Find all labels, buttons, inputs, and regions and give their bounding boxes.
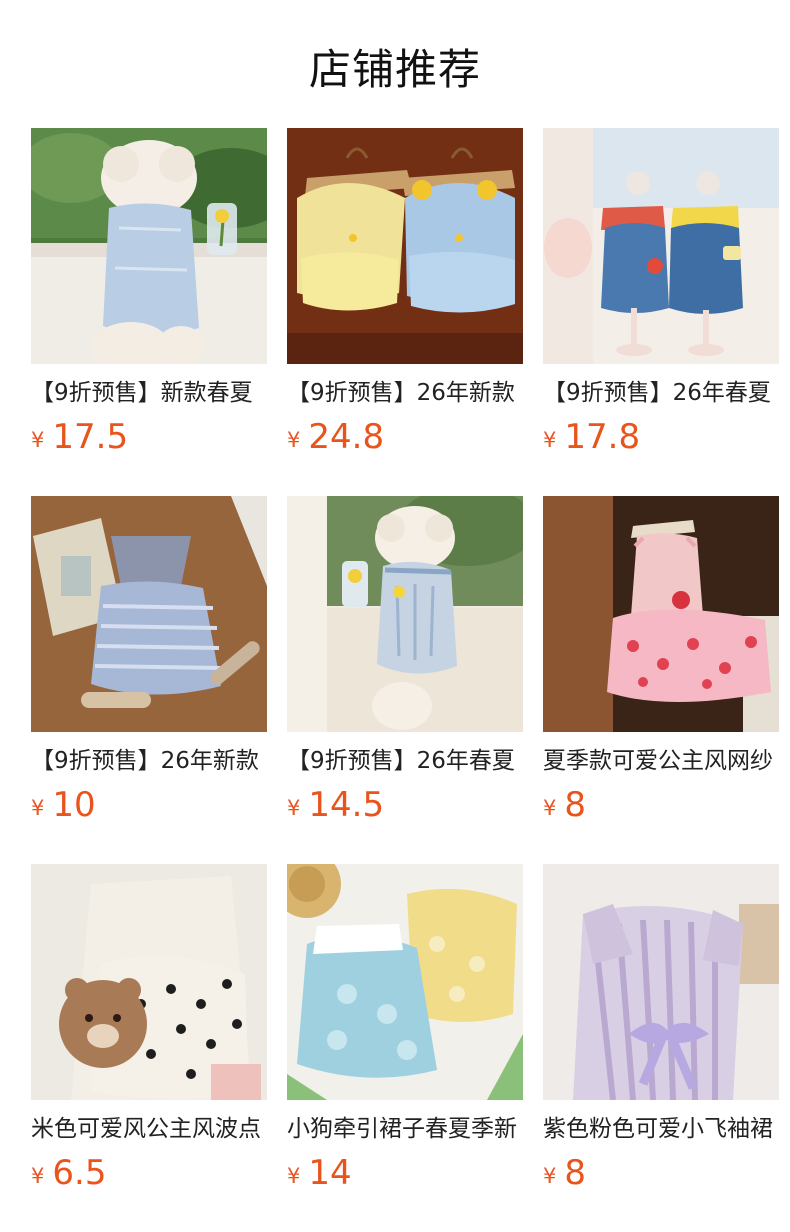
product-card[interactable]: 夏季款可爱公主风网纱 ¥8 [543, 496, 779, 864]
product-image[interactable] [31, 496, 267, 732]
page-title: 店铺推荐 [308, 45, 481, 94]
product-name[interactable]: 【9折预售】26年新款 [31, 746, 267, 776]
product-price: ¥10 [31, 784, 267, 826]
product-image[interactable] [31, 864, 267, 1100]
currency-symbol: ¥ [543, 796, 557, 820]
product-name[interactable]: 【9折预售】26年春夏 [287, 746, 523, 776]
product-card[interactable]: 小狗牵引裙子春夏季新 ¥14 [287, 864, 523, 1232]
product-price: ¥24.8 [287, 416, 523, 458]
price-value: 6.5 [52, 1153, 107, 1193]
product-image[interactable] [287, 864, 523, 1100]
currency-symbol: ¥ [543, 428, 557, 452]
product-card[interactable]: 【9折预售】26年新款 ¥24.8 [287, 128, 523, 496]
price-value: 24.8 [308, 417, 385, 457]
currency-symbol: ¥ [31, 1164, 45, 1188]
product-price: ¥14.5 [287, 784, 523, 826]
product-price: ¥17.5 [31, 416, 267, 458]
product-image[interactable] [31, 128, 267, 364]
price-value: 17.5 [52, 417, 129, 457]
product-card[interactable]: 【9折预售】新款春夏 ¥17.5 [31, 128, 267, 496]
product-price: ¥8 [543, 784, 779, 826]
product-name[interactable]: 【9折预售】26年新款 [287, 378, 523, 408]
price-value: 17.8 [564, 417, 641, 457]
product-image[interactable] [287, 496, 523, 732]
currency-symbol: ¥ [543, 1164, 557, 1188]
product-name[interactable]: 【9折预售】26年春夏 [543, 378, 779, 408]
product-grid: 【9折预售】新款春夏 ¥17.5 【9折预售】26年新款 ¥ 24.8 【9折预… [31, 128, 779, 1232]
product-name[interactable]: 紫色粉色可爱小飞袖裙 [543, 1114, 779, 1144]
product-price: ¥8 [543, 1152, 779, 1194]
price-value: 14.5 [308, 785, 385, 825]
product-card[interactable]: 紫色粉色可爱小飞袖裙 ¥8 [543, 864, 779, 1232]
product-name[interactable]: 夏季款可爱公主风网纱 [543, 746, 779, 776]
product-name[interactable]: 米色可爱风公主风波点 [31, 1114, 267, 1144]
product-price: ¥14 [287, 1152, 523, 1194]
product-image[interactable] [543, 864, 779, 1100]
product-image[interactable] [543, 128, 779, 364]
price-value: 8 [564, 785, 587, 825]
currency-symbol: ¥ [31, 796, 45, 820]
price-value: 8 [564, 1153, 587, 1193]
product-name[interactable]: 小狗牵引裙子春夏季新 [287, 1114, 523, 1144]
product-price: ¥17.8 [543, 416, 779, 458]
product-card[interactable]: 米色可爱风公主风波点 ¥6.5 [31, 864, 267, 1232]
product-card[interactable]: 【9折预售】26年新款 ¥10 [31, 496, 267, 864]
product-card[interactable]: 【9折预售】26年春夏 ¥17.8 [543, 128, 779, 496]
product-price: ¥6.5 [31, 1152, 267, 1194]
product-card[interactable]: 【9折预售】26年春夏 ¥14.5 [287, 496, 523, 864]
price-value: 10 [52, 785, 96, 825]
product-image[interactable] [543, 496, 779, 732]
currency-symbol: ¥ [287, 796, 301, 820]
currency-symbol: ¥ [31, 428, 45, 452]
currency-symbol: ¥ [287, 428, 301, 452]
product-image[interactable] [287, 128, 523, 364]
product-name[interactable]: 【9折预售】新款春夏 [31, 378, 267, 408]
currency-symbol: ¥ [287, 1164, 301, 1188]
price-value: 14 [308, 1153, 352, 1193]
